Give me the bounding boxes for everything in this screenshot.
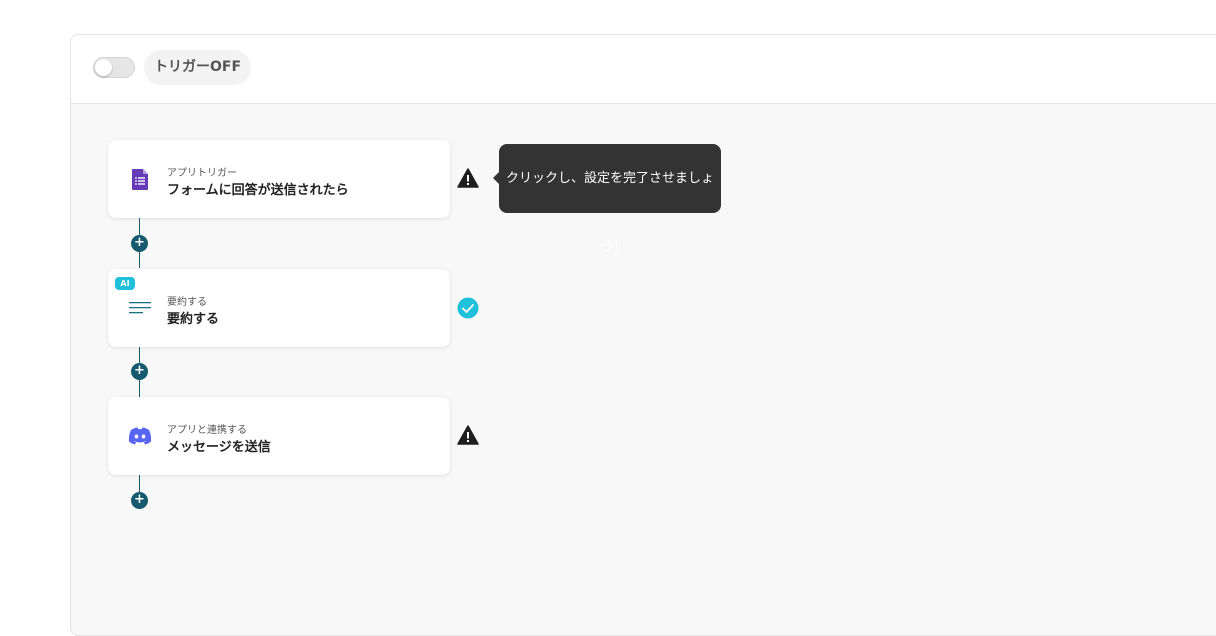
summary-lines-icon (129, 302, 151, 314)
toggle-knob (95, 59, 112, 76)
add-step-button[interactable]: + (131, 363, 148, 380)
warning-icon[interactable] (457, 167, 479, 189)
trigger-status-label: トリガーOFF (144, 50, 252, 85)
step-title: フォームに回答が送信されたら (167, 183, 349, 198)
step-title: メッセージを送信 (167, 440, 271, 455)
google-forms-icon (132, 169, 148, 190)
step-subtitle: アプリと連携する (167, 425, 247, 436)
panel-header: トリガーOFF (71, 35, 1216, 104)
flow-step-trigger[interactable]: アプリトリガー フォームに回答が送信されたら (108, 140, 450, 218)
flow-step-discord[interactable]: アプリと連携する メッセージを送信 (108, 397, 450, 475)
flow-step-summary[interactable]: AI 要約する 要約する (108, 269, 450, 347)
add-step-button[interactable]: + (131, 492, 148, 509)
warning-icon[interactable] (457, 424, 479, 446)
ai-badge: AI (115, 277, 135, 290)
step-subtitle: アプリトリガー (167, 168, 237, 179)
check-circle-icon[interactable] (457, 297, 479, 319)
trigger-toggle[interactable] (93, 57, 135, 78)
step-title: 要約する (167, 312, 220, 327)
discord-icon (128, 427, 152, 445)
flow-panel: トリガーOFF アプリトリガー フォームに回答が送信されたら クリックし、設定を… (70, 34, 1216, 636)
setup-tooltip: クリックし、設定を完了させましょう! (493, 144, 721, 255)
add-step-button[interactable]: + (131, 235, 148, 252)
step-subtitle: 要約する (167, 297, 207, 308)
